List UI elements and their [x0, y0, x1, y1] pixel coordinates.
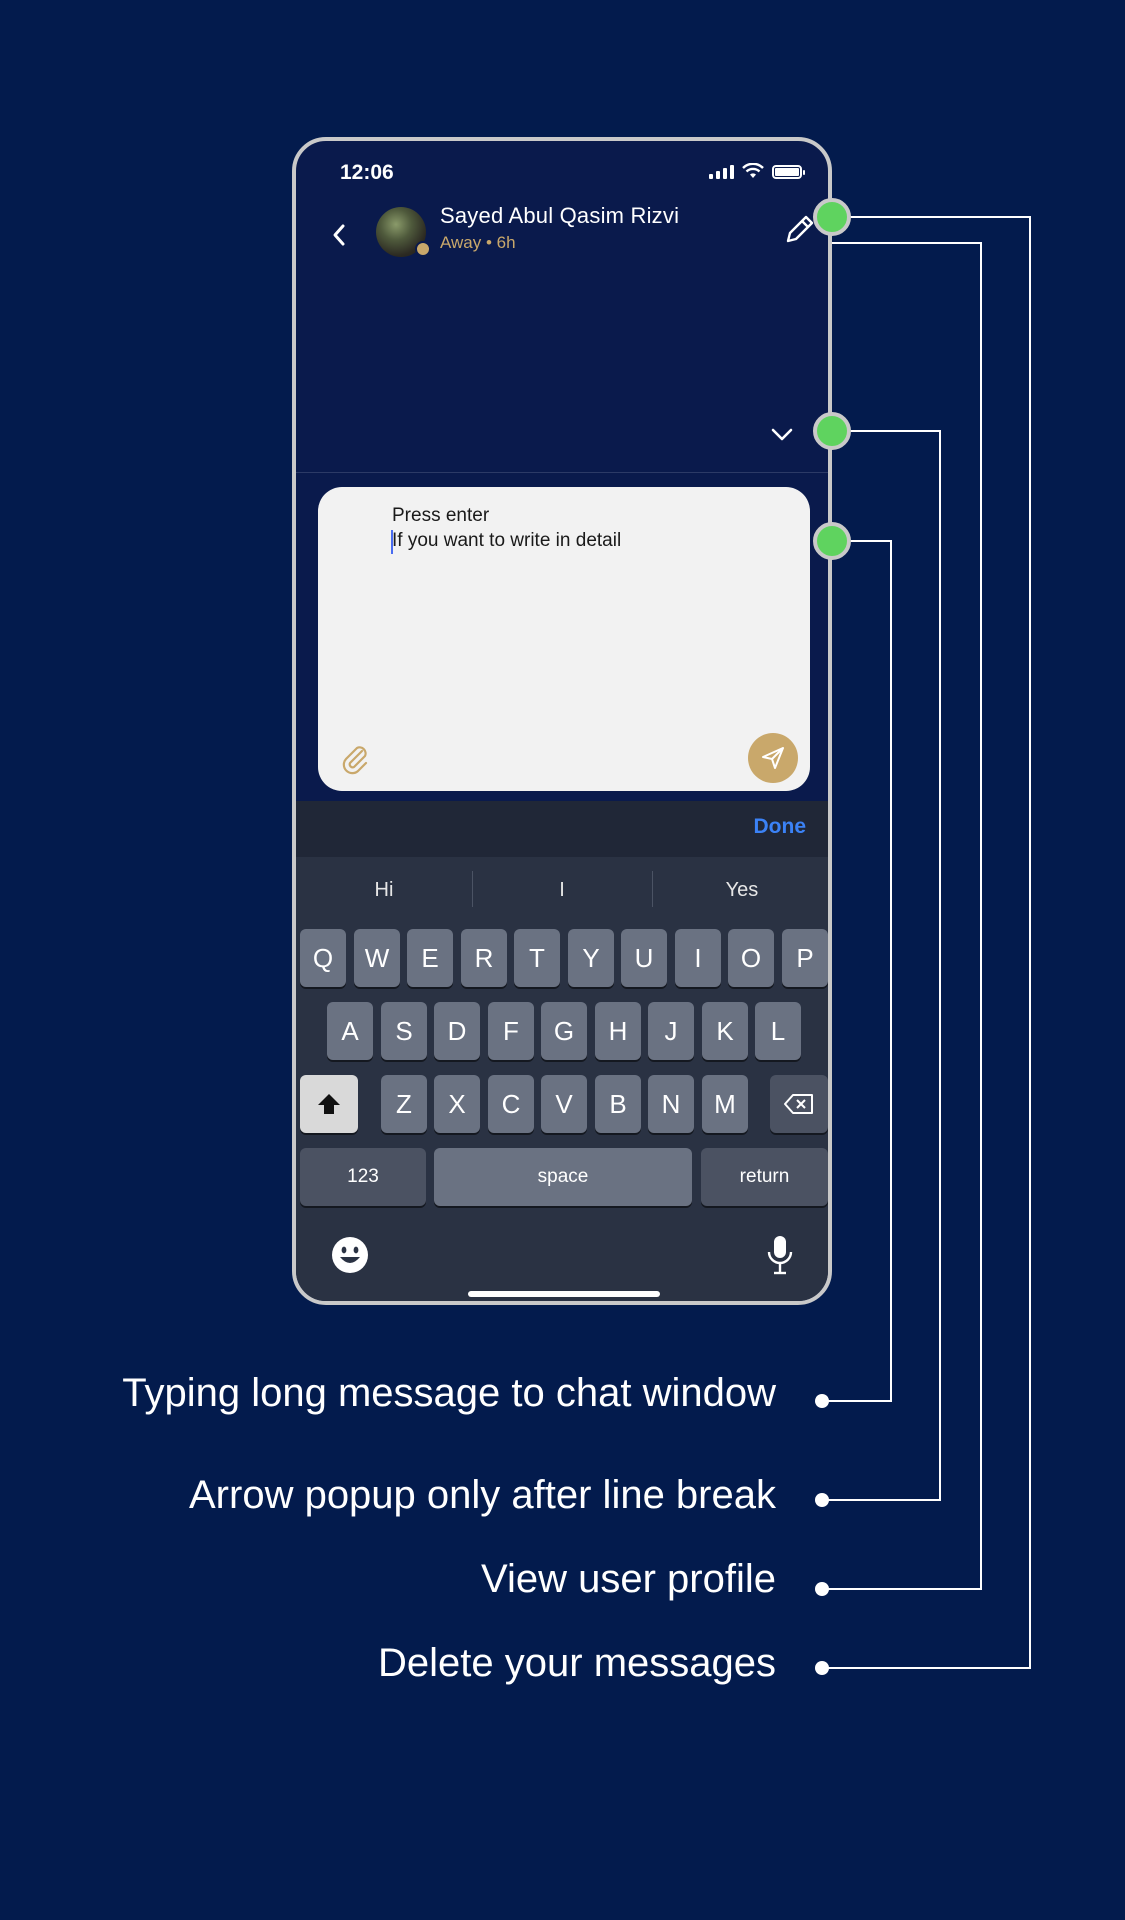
annotation-markers: [813, 198, 851, 560]
caption-delete: Delete your messages: [378, 1641, 776, 1685]
caption-typing: Typing long message to chat window: [122, 1371, 776, 1415]
caption-profile: View user profile: [481, 1557, 776, 1601]
marker-typing: [813, 522, 851, 560]
marker-delete: [813, 198, 851, 236]
marker-arrow: [813, 412, 851, 450]
caption-arrow: Arrow popup only after line break: [189, 1473, 776, 1517]
